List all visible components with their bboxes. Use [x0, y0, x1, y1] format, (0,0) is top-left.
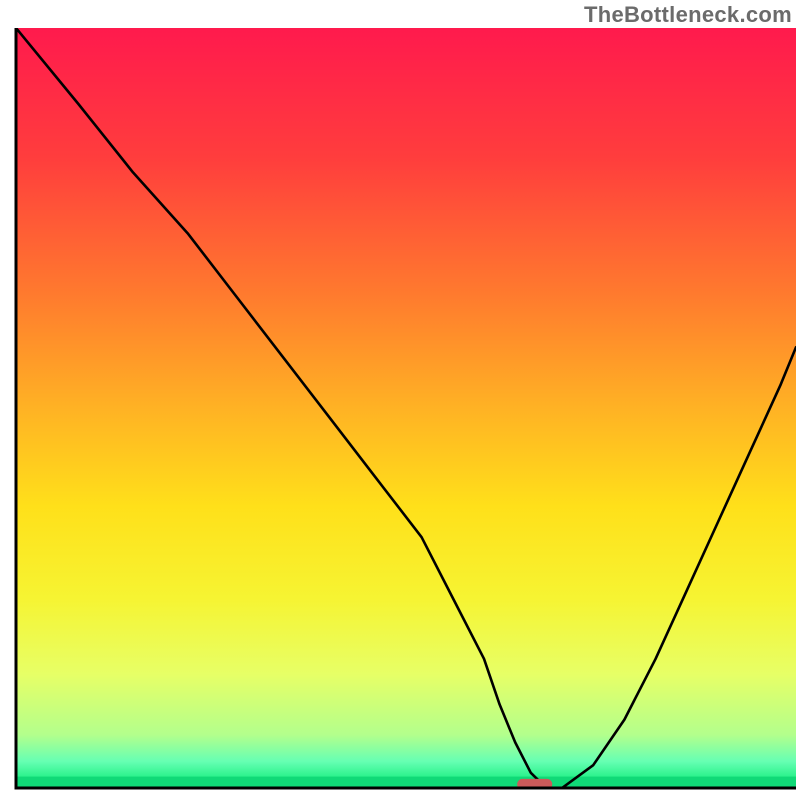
- chart-container: TheBottleneck.com: [0, 0, 800, 800]
- watermark-text: TheBottleneck.com: [584, 2, 792, 28]
- bottleneck-chart: [0, 0, 800, 800]
